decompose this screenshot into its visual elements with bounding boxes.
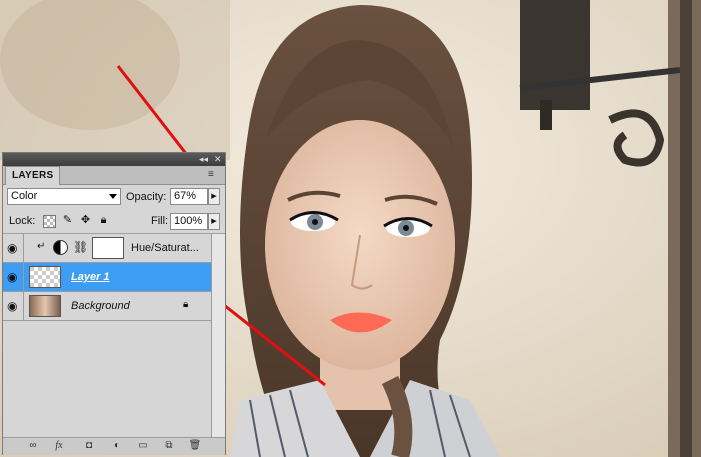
- group-icon[interactable]: ▭: [135, 439, 151, 453]
- mask-icon[interactable]: ◘: [81, 439, 97, 453]
- layer-thumbnail[interactable]: [29, 266, 61, 288]
- link-icon[interactable]: ∞: [25, 439, 41, 453]
- visibility-toggle[interactable]: ◉: [3, 234, 24, 262]
- visibility-toggle[interactable]: ◉: [3, 263, 24, 291]
- fill-input[interactable]: 100%: [170, 213, 208, 230]
- opacity-input[interactable]: 67%: [170, 188, 208, 205]
- blend-row: Color Opacity: 67% ▶: [3, 186, 225, 208]
- eye-icon: ◉: [7, 299, 18, 313]
- tab-strip: LAYERS ≡: [3, 166, 225, 185]
- new-layer-icon[interactable]: ⧉: [161, 439, 177, 453]
- lock-transparency-icon[interactable]: [43, 215, 56, 228]
- layer-name[interactable]: Hue/Saturat...: [131, 242, 199, 254]
- opacity-label: Opacity:: [126, 191, 167, 203]
- layers-list: ◉ ↵ ⛓ Hue/Saturat... ◉ Layer 1 ◉ Backgro…: [3, 234, 211, 439]
- layer-row-background[interactable]: ◉ Background 🔒︎: [3, 292, 211, 321]
- fx-icon[interactable]: fx: [51, 439, 67, 453]
- layer-name[interactable]: Layer 1: [71, 271, 110, 283]
- panel-title-bar[interactable]: ◂◂ ✕: [3, 153, 225, 166]
- lock-row: Lock: ✎ ✥ 🔒︎ Fill: 100% ▶: [3, 211, 225, 234]
- fill-slider-arrow-icon[interactable]: ▶: [208, 213, 220, 230]
- lock-position-icon[interactable]: ✥: [79, 214, 92, 227]
- layer-row-layer-1[interactable]: ◉ Layer 1: [3, 263, 211, 292]
- visibility-toggle[interactable]: ◉: [3, 292, 24, 320]
- layers-panel: ◂◂ ✕ LAYERS ≡ Color Opacity: 67% ▶ Lock:…: [2, 152, 226, 455]
- background-thumbnail[interactable]: [29, 295, 61, 317]
- lock-pixels-icon[interactable]: ✎: [61, 214, 74, 227]
- layers-scrollbar[interactable]: [211, 234, 225, 439]
- eye-icon: ◉: [7, 241, 18, 255]
- layer-row-hue-saturation[interactable]: ◉ ↵ ⛓ Hue/Saturat...: [3, 234, 211, 263]
- adjustment-icon: [53, 240, 68, 255]
- layers-bottom-toolbar: ∞ fx ◘ ◐ ▭ ⧉ 🗑︎: [3, 437, 225, 455]
- fill-label: Fill:: [151, 215, 169, 227]
- adjustment-icon[interactable]: ◐: [109, 439, 125, 453]
- layer-name[interactable]: Background: [71, 300, 130, 312]
- layer-mask-thumbnail[interactable]: [92, 237, 124, 259]
- eye-icon: ◉: [7, 270, 18, 284]
- blend-mode-value: Color: [11, 190, 38, 202]
- trash-icon[interactable]: 🗑︎: [187, 439, 203, 453]
- panel-menu-icon[interactable]: ≡: [208, 169, 222, 181]
- blend-mode-select[interactable]: Color: [7, 188, 121, 205]
- lock-all-icon[interactable]: 🔒︎: [97, 214, 110, 227]
- opacity-slider-arrow-icon[interactable]: ▶: [208, 188, 220, 205]
- chevron-down-icon: [109, 194, 117, 199]
- close-icon[interactable]: ✕: [214, 154, 222, 165]
- tab-layers[interactable]: LAYERS: [5, 166, 61, 185]
- collapse-icon[interactable]: ◂◂: [199, 154, 208, 165]
- clip-arrow-icon: ↵: [37, 241, 46, 252]
- lock-icon: 🔒︎: [183, 299, 189, 310]
- chain-link-icon[interactable]: ⛓: [73, 240, 88, 254]
- lock-label: Lock:: [9, 215, 36, 227]
